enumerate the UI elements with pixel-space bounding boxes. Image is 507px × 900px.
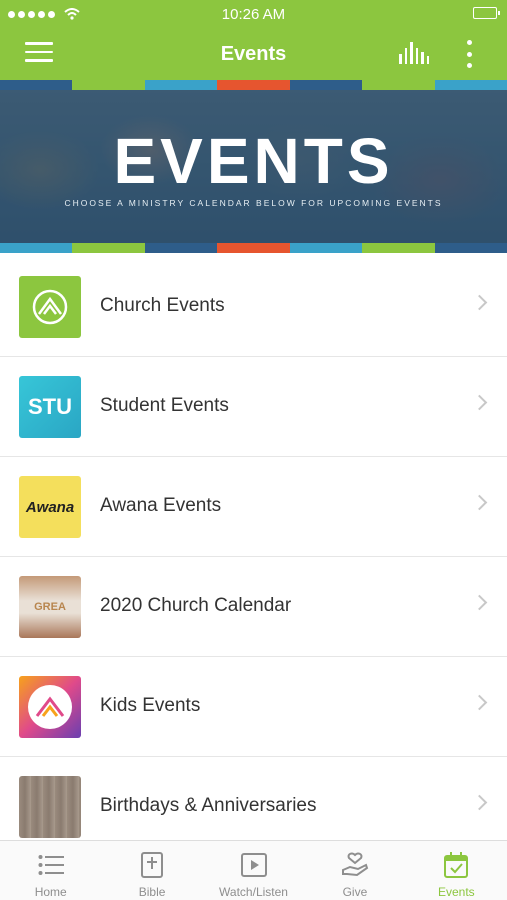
tab-label: Home — [34, 885, 67, 899]
list-item-student-events[interactable]: STU Student Events — [0, 357, 507, 457]
chevron-right-icon — [471, 294, 488, 311]
awana-thumb-text: Awana — [25, 498, 75, 516]
tab-watch-listen[interactable]: Watch/Listen — [203, 841, 304, 900]
stripe-segment — [0, 80, 73, 90]
tab-home[interactable]: Home — [0, 841, 101, 900]
color-stripe-bottom — [0, 243, 507, 253]
status-bar: 10:26 AM — [0, 0, 507, 28]
tab-label: Give — [342, 885, 368, 899]
tab-label: Events — [437, 885, 475, 899]
tab-give[interactable]: Give — [304, 841, 405, 900]
play-icon — [240, 851, 268, 879]
wifi-icon — [64, 8, 80, 20]
page-title: Events — [220, 42, 287, 65]
stripe-segment — [217, 80, 290, 90]
calendar-check-icon — [442, 851, 470, 879]
church-logo-icon — [19, 276, 81, 338]
student-thumbnail: STU — [19, 376, 81, 438]
stripe-segment — [434, 243, 507, 253]
events-banner: EVENTS CHOOSE A MINISTRY CALENDAR BELOW … — [0, 90, 507, 243]
chevron-right-icon — [471, 494, 488, 511]
nav-bar: Events — [0, 28, 507, 80]
item-label: 2020 Church Calendar — [100, 595, 292, 616]
item-label: Student Events — [100, 395, 229, 416]
stripe-segment — [144, 80, 218, 90]
stripe-segment — [144, 243, 218, 253]
tab-bible[interactable]: Bible — [101, 841, 202, 900]
list-item-2020-church-calendar[interactable]: GREA 2020 Church Calendar — [0, 557, 507, 657]
audio-bars-icon[interactable] — [399, 42, 429, 64]
banner-subheading: CHOOSE A MINISTRY CALENDAR BELOW FOR UPC… — [64, 198, 443, 208]
list-item-awana-events[interactable]: Awana Awana Events — [0, 457, 507, 557]
stripe-segment — [289, 243, 363, 253]
stripe-segment — [217, 243, 290, 253]
chevron-right-icon — [471, 394, 488, 411]
stripe-segment — [72, 80, 145, 90]
kids-logo-icon — [19, 676, 81, 738]
item-label: Awana Events — [100, 495, 222, 516]
bible-icon — [138, 851, 166, 879]
more-options-icon[interactable] — [465, 40, 473, 68]
awana-thumbnail: Awana — [19, 476, 81, 538]
tab-events[interactable]: Events — [406, 841, 507, 900]
banner-heading: EVENTS — [113, 125, 394, 197]
event-list: Church Events STU Student Events Awana A… — [0, 257, 507, 857]
birthdays-thumbnail — [19, 776, 81, 838]
signal-icon — [8, 8, 80, 20]
chevron-right-icon — [471, 694, 488, 711]
chevron-right-icon — [471, 794, 488, 811]
stripe-segment — [289, 80, 363, 90]
tab-label: Bible — [138, 885, 166, 899]
stripe-segment — [0, 243, 73, 253]
calendar-thumbnail: GREA — [19, 576, 81, 638]
color-stripe-top — [0, 80, 507, 90]
calendar-thumb-text: GREA — [34, 601, 66, 613]
item-label: Kids Events — [100, 695, 201, 716]
tab-bar: Home Bible Watch/Listen Give Events — [0, 840, 507, 900]
tab-label: Watch/Listen — [219, 885, 288, 899]
stripe-segment — [362, 80, 435, 90]
give-hand-icon — [341, 851, 369, 879]
list-icon — [37, 851, 65, 879]
item-label: Church Events — [100, 295, 225, 316]
chevron-right-icon — [471, 594, 488, 611]
stripe-segment — [362, 243, 435, 253]
status-time: 10:26 AM — [221, 5, 286, 23]
stripe-segment — [72, 243, 145, 253]
item-label: Birthdays & Anniversaries — [100, 795, 317, 816]
student-thumb-text: STU — [28, 394, 72, 419]
battery-icon — [473, 7, 500, 19]
list-item-kids-events[interactable]: Kids Events — [0, 657, 507, 757]
stripe-segment — [434, 80, 507, 90]
list-item-church-events[interactable]: Church Events — [0, 257, 507, 357]
